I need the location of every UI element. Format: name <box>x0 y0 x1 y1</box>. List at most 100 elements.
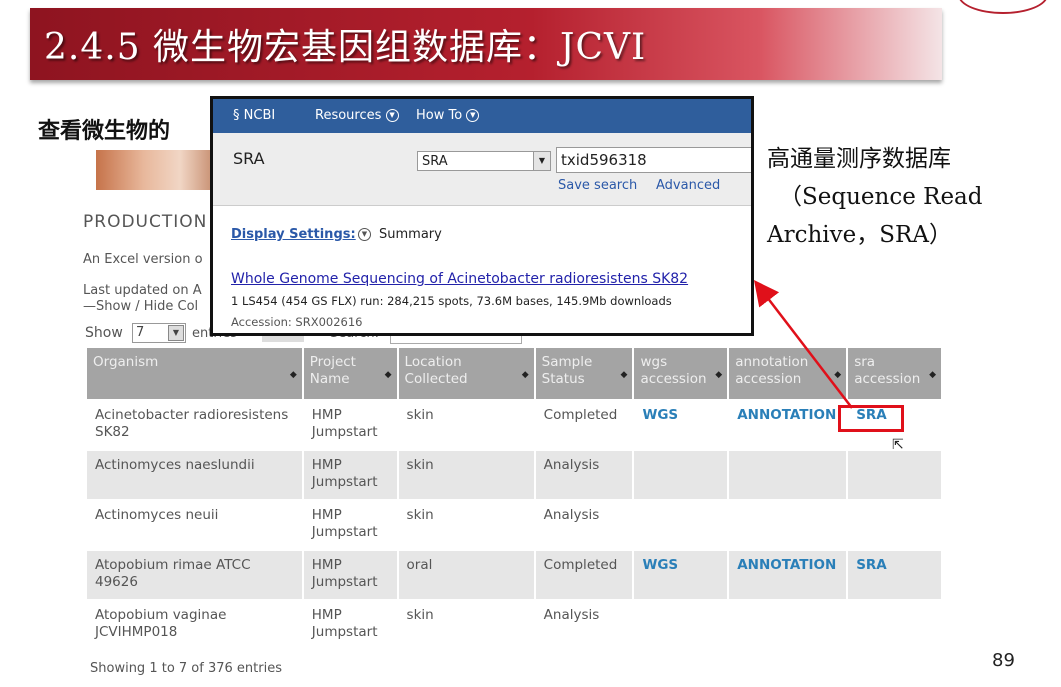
chevron-down-icon[interactable]: ▼ <box>358 228 371 241</box>
cell-status: Analysis <box>535 451 633 499</box>
sra-description-line: Archive，SRA） <box>767 222 952 248</box>
wgs-link[interactable]: WGS <box>642 557 678 573</box>
column-header-location[interactable]: Location Collected ◆ <box>398 348 534 399</box>
ncbi-header-bar: § NCBI Resources ▼ How To ▼ <box>213 99 751 133</box>
cell-location: skin <box>398 451 534 499</box>
sra-description: 高通量测序数据库 （Sequence Read Archive，SRA） <box>767 140 1027 254</box>
cell-annotation <box>729 501 847 549</box>
cell-sra: SRA <box>848 551 941 599</box>
table-row: Atopobium rimae ATCC 49626 HMP Jumpstart… <box>87 551 941 599</box>
result-description: 1 LS454 (454 GS FLX) run: 284,215 spots,… <box>231 294 672 308</box>
cell-location: skin <box>398 501 534 549</box>
sra-description-line: 高通量测序数据库 <box>767 146 951 172</box>
cell-status: Completed <box>535 401 633 449</box>
university-logo <box>958 0 1048 14</box>
ncbi-sra-popup: § NCBI Resources ▼ How To ▼ SRA SRA ▼ tx… <box>210 96 754 336</box>
cell-location: skin <box>398 401 534 449</box>
save-search-link[interactable]: Save search <box>558 178 637 193</box>
cell-organism: Atopobium rimae ATCC 49626 <box>87 551 302 599</box>
column-header-annotation[interactable]: annotation accession ◆ <box>729 348 847 399</box>
cell-project: HMP Jumpstart <box>303 451 397 499</box>
cell-annotation <box>729 451 847 499</box>
sort-icon: ◆ <box>384 370 392 380</box>
ncbi-logo[interactable]: § NCBI <box>233 108 275 123</box>
sort-icon: ◆ <box>289 370 297 380</box>
cell-project: HMP Jumpstart <box>303 401 397 449</box>
sra-link[interactable]: SRA <box>856 557 887 573</box>
sort-icon: ◆ <box>834 370 842 380</box>
table-info-text: Showing 1 to 7 of 376 entries <box>90 661 282 676</box>
table-row: Actinomyces naeslundii HMP Jumpstart ski… <box>87 451 941 499</box>
page-number: 89 <box>992 650 1015 671</box>
cell-organism: Actinomyces naeslundii <box>87 451 302 499</box>
column-header-wgs[interactable]: wgs accession ◆ <box>634 348 728 399</box>
organism-table: Organism ◆ Project Name ◆ Location Collect… <box>87 346 943 651</box>
annotation-link[interactable]: ANNOTATION <box>737 407 836 423</box>
display-settings-link[interactable]: Display Settings: <box>231 227 356 242</box>
cell-status: Completed <box>535 551 633 599</box>
cell-location: oral <box>398 551 534 599</box>
sort-icon: ◆ <box>521 370 529 380</box>
sort-icon: ◆ <box>620 370 628 380</box>
cell-status: Analysis <box>535 501 633 549</box>
cell-organism: Acinetobacter radioresistens SK82 <box>87 401 302 449</box>
cell-location: skin <box>398 601 534 649</box>
cell-project: HMP Jumpstart <box>303 601 397 649</box>
column-header-sra[interactable]: sra accession ◆ <box>848 348 941 399</box>
jcvi-banner-image <box>96 150 216 190</box>
database-select[interactable]: SRA ▼ <box>417 151 551 171</box>
cell-annotation: ANNOTATION <box>729 551 847 599</box>
slide-subtitle: 查看微生物的 <box>38 118 171 144</box>
excel-version-text[interactable]: An Excel version o <box>83 252 203 267</box>
database-select-value: SRA <box>422 154 448 169</box>
result-accession: Accession: SRX002616 <box>231 315 363 329</box>
cell-wgs: WGS <box>634 401 728 449</box>
slide-title: 2.4.5 微生物宏基因组数据库：JCVI <box>44 27 647 68</box>
cell-project: HMP Jumpstart <box>303 551 397 599</box>
wgs-link[interactable]: WGS <box>642 407 678 423</box>
last-updated-text: Last updated on A <box>83 283 202 298</box>
cell-organism: Actinomyces neuii <box>87 501 302 549</box>
cell-status: Analysis <box>535 601 633 649</box>
sort-icon: ◆ <box>715 370 723 380</box>
advanced-search-link[interactable]: Advanced <box>656 178 720 193</box>
cell-sra <box>848 451 941 499</box>
cell-organism: Atopobium vaginae JCVIHMP018 <box>87 601 302 649</box>
cell-wgs <box>634 601 728 649</box>
production-heading: PRODUCTION <box>83 212 208 232</box>
annotation-link[interactable]: ANNOTATION <box>737 557 836 573</box>
mouse-cursor-icon: ⇱ <box>892 437 904 453</box>
display-format-label: Summary <box>379 227 442 242</box>
result-title-link[interactable]: Whole Genome Sequencing of Acinetobacter… <box>231 271 688 287</box>
sra-highlight-box <box>838 405 904 432</box>
cell-project: HMP Jumpstart <box>303 501 397 549</box>
chevron-down-icon: ▼ <box>533 152 550 170</box>
cell-annotation <box>729 601 847 649</box>
cell-wgs <box>634 451 728 499</box>
chevron-down-icon: ▼ <box>466 109 480 122</box>
resources-menu[interactable]: Resources ▼ <box>315 108 399 123</box>
ncbi-search-bar: SRA SRA ▼ txid596318 Save search Advance… <box>213 133 751 206</box>
show-hide-columns-link[interactable]: —Show / Hide Col <box>83 299 198 314</box>
table-row: Acinetobacter radioresistens SK82 HMP Ju… <box>87 401 941 449</box>
chevron-down-icon: ▼ <box>168 325 184 341</box>
entries-per-page-value: 7 <box>136 325 145 340</box>
column-header-project-name[interactable]: Project Name ◆ <box>303 348 397 399</box>
table-row: Actinomyces neuii HMP Jumpstart skin Ana… <box>87 501 941 549</box>
chevron-down-icon: ▼ <box>385 109 399 122</box>
cell-annotation: ANNOTATION <box>729 401 847 449</box>
howto-menu[interactable]: How To ▼ <box>416 108 480 123</box>
column-header-organism[interactable]: Organism ◆ <box>87 348 302 399</box>
cell-wgs <box>634 501 728 549</box>
table-row: Atopobium vaginae JCVIHMP018 HMP Jumpsta… <box>87 601 941 649</box>
cell-sra <box>848 501 941 549</box>
ncbi-logo-icon: § <box>233 108 244 123</box>
column-header-sample-status[interactable]: Sample Status ◆ <box>535 348 633 399</box>
database-label: SRA <box>233 149 265 168</box>
cell-sra <box>848 601 941 649</box>
entries-per-page-select[interactable]: 7 ▼ <box>132 323 186 343</box>
sort-icon: ◆ <box>929 370 936 380</box>
cell-wgs: WGS <box>634 551 728 599</box>
search-term-input[interactable]: txid596318 <box>556 147 751 173</box>
sra-description-line: （Sequence Read <box>779 184 983 210</box>
